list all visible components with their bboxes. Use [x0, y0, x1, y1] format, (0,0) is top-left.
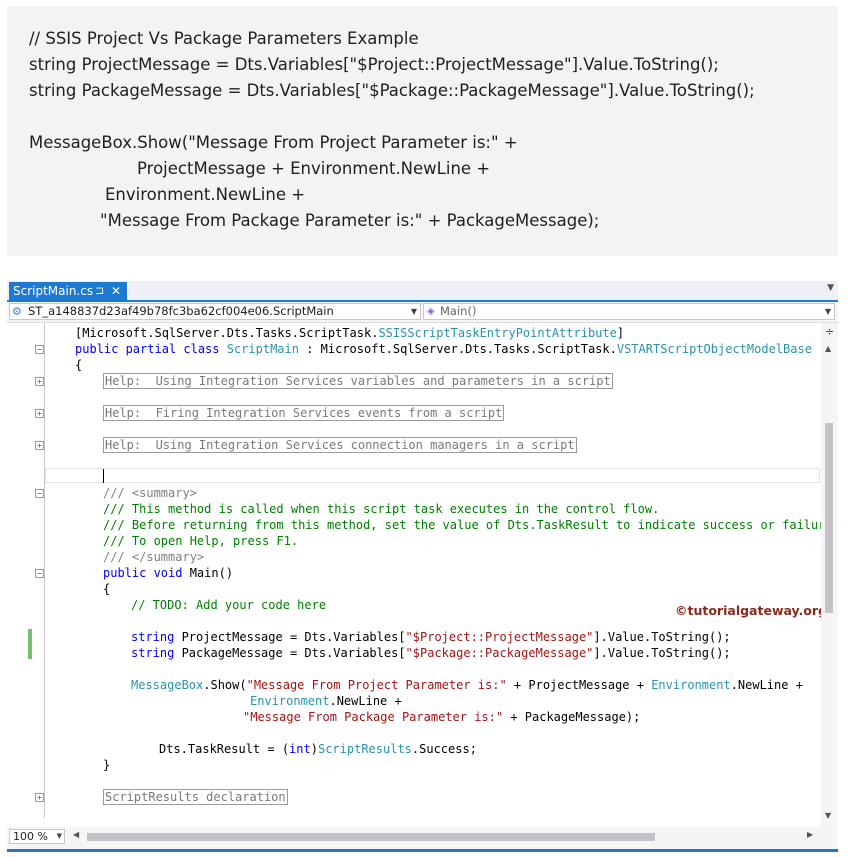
snippet-line-7: "Message From Package Parameter is:" + P… — [100, 211, 600, 230]
snippet-line-3: string PackageMessage = Dts.Variables["$… — [29, 81, 755, 100]
snippet-line-4: MessageBox.Show("Message From Project Pa… — [29, 133, 518, 152]
comment-line: // TODO: Add your code here — [131, 598, 327, 612]
scroll-up-icon[interactable]: ▲ — [825, 344, 831, 353]
expand-icon[interactable]: + — [35, 377, 44, 386]
pin-icon[interactable]: ⊐ — [95, 282, 104, 300]
class-dropdown[interactable]: ⚙ ST_a148837d23af49b78fc3ba62cf004e06.Sc… — [9, 303, 421, 320]
code-line: } — [103, 758, 111, 772]
code-line: [Microsoft.SqlServer.Dts.Tasks.ScriptTas… — [75, 326, 625, 340]
snippet-line-1: // SSIS Project Vs Package Parameters Ex… — [29, 29, 419, 48]
current-line-highlight — [45, 468, 820, 483]
class-icon: ⚙ — [12, 305, 22, 318]
method-icon: ◈ — [427, 306, 435, 317]
collapsed-region-scriptresults[interactable]: ScriptResults declaration — [103, 789, 288, 805]
code-line: { — [103, 582, 111, 596]
watermark: ©tutorialgateway.org — [675, 603, 821, 618]
collapse-icon[interactable]: − — [35, 345, 44, 354]
code-line: "Message From Package Parameter is:" + P… — [243, 710, 641, 724]
doc-comment-line: /// <summary> — [103, 486, 197, 500]
snippet-line-5: ProjectMessage + Environment.NewLine + — [137, 159, 491, 178]
chevron-down-icon: ▼ — [410, 307, 417, 316]
member-dropdown[interactable]: ◈ Main() ▼ — [423, 303, 835, 320]
snippet-line-2: string ProjectMessage = Dts.Variables["$… — [29, 55, 719, 74]
code-snippet-block: // SSIS Project Vs Package Parameters Ex… — [7, 6, 838, 256]
code-line: string ProjectMessage = Dts.Variables["$… — [131, 630, 731, 644]
collapsed-region-help-events[interactable]: Help: Firing Integration Services events… — [103, 405, 505, 421]
doc-comment-line: /// Before returning from this method, s… — [103, 518, 821, 532]
scroll-right-icon[interactable]: ▶ — [807, 830, 813, 839]
doc-comment-line: /// This method is called when this scri… — [103, 502, 660, 516]
tab-label: ScriptMain.cs — [13, 284, 94, 298]
code-line: MessageBox.Show("Message From Project Pa… — [131, 678, 803, 692]
expand-icon[interactable]: + — [35, 793, 44, 802]
tab-scriptmain[interactable]: ScriptMain.cs ⊐ ✕ — [9, 282, 127, 300]
doc-comment-line: /// </summary> — [103, 550, 205, 564]
scroll-left-icon[interactable]: ◀ — [73, 830, 79, 839]
zoom-value: 100 % — [13, 830, 48, 843]
expand-icon[interactable]: + — [35, 441, 44, 450]
code-line: Environment.NewLine + — [250, 694, 402, 708]
chevron-down-icon: ▼ — [824, 307, 831, 316]
collapse-icon[interactable]: − — [35, 489, 44, 498]
tab-list-dropdown-icon[interactable]: ▼ — [827, 283, 834, 293]
code-line: Dts.TaskResult = (int)ScriptResults.Succ… — [159, 742, 477, 756]
doc-comment-line: /// To open Help, press F1. — [103, 534, 299, 548]
scroll-thumb[interactable] — [825, 423, 833, 613]
scroll-down-icon[interactable]: ▼ — [825, 811, 831, 820]
horizontal-scroll-thumb[interactable] — [87, 833, 655, 841]
code-line: public partial class ScriptMain : Micros… — [75, 342, 812, 356]
vertical-scrollbar[interactable]: ÷ ▲ ▼ — [821, 323, 838, 827]
bottom-bar: 100 % ▼ ◀ ▶ — [7, 827, 838, 847]
ide-window: ScriptMain.cs ⊐ ✕ ▼ ⚙ ST_a148837d23af49b… — [7, 281, 838, 852]
collapsed-region-help-variables[interactable]: Help: Using Integration Services variabl… — [103, 373, 613, 389]
close-icon[interactable]: ✕ — [111, 282, 121, 300]
snippet-line-6: Environment.NewLine + — [105, 185, 306, 204]
class-dropdown-value: ST_a148837d23af49b78fc3ba62cf004e06.Scri… — [28, 304, 334, 318]
navigation-bar: ⚙ ST_a148837d23af49b78fc3ba62cf004e06.Sc… — [7, 302, 838, 323]
code-line: { — [75, 358, 83, 372]
code-line: string PackageMessage = Dts.Variables["$… — [131, 646, 731, 660]
change-indicator — [28, 629, 32, 659]
collapsed-region-help-connections[interactable]: Help: Using Integration Services connect… — [103, 437, 577, 453]
zoom-dropdown[interactable]: 100 % ▼ — [9, 829, 65, 844]
member-dropdown-value: Main() — [440, 304, 477, 318]
text-caret — [103, 469, 104, 483]
collapse-icon[interactable]: − — [35, 569, 44, 578]
outline-guide — [44, 323, 45, 818]
expand-icon[interactable]: + — [35, 409, 44, 418]
split-icon[interactable]: ÷ — [825, 325, 834, 338]
code-editor[interactable]: − + + + − − + [Microsoft.SqlServer.Dts.T… — [7, 323, 821, 827]
code-line: public void Main() — [103, 566, 234, 580]
chevron-down-icon: ▼ — [56, 832, 62, 840]
document-tab-bar: ScriptMain.cs ⊐ ✕ ▼ — [7, 281, 838, 302]
